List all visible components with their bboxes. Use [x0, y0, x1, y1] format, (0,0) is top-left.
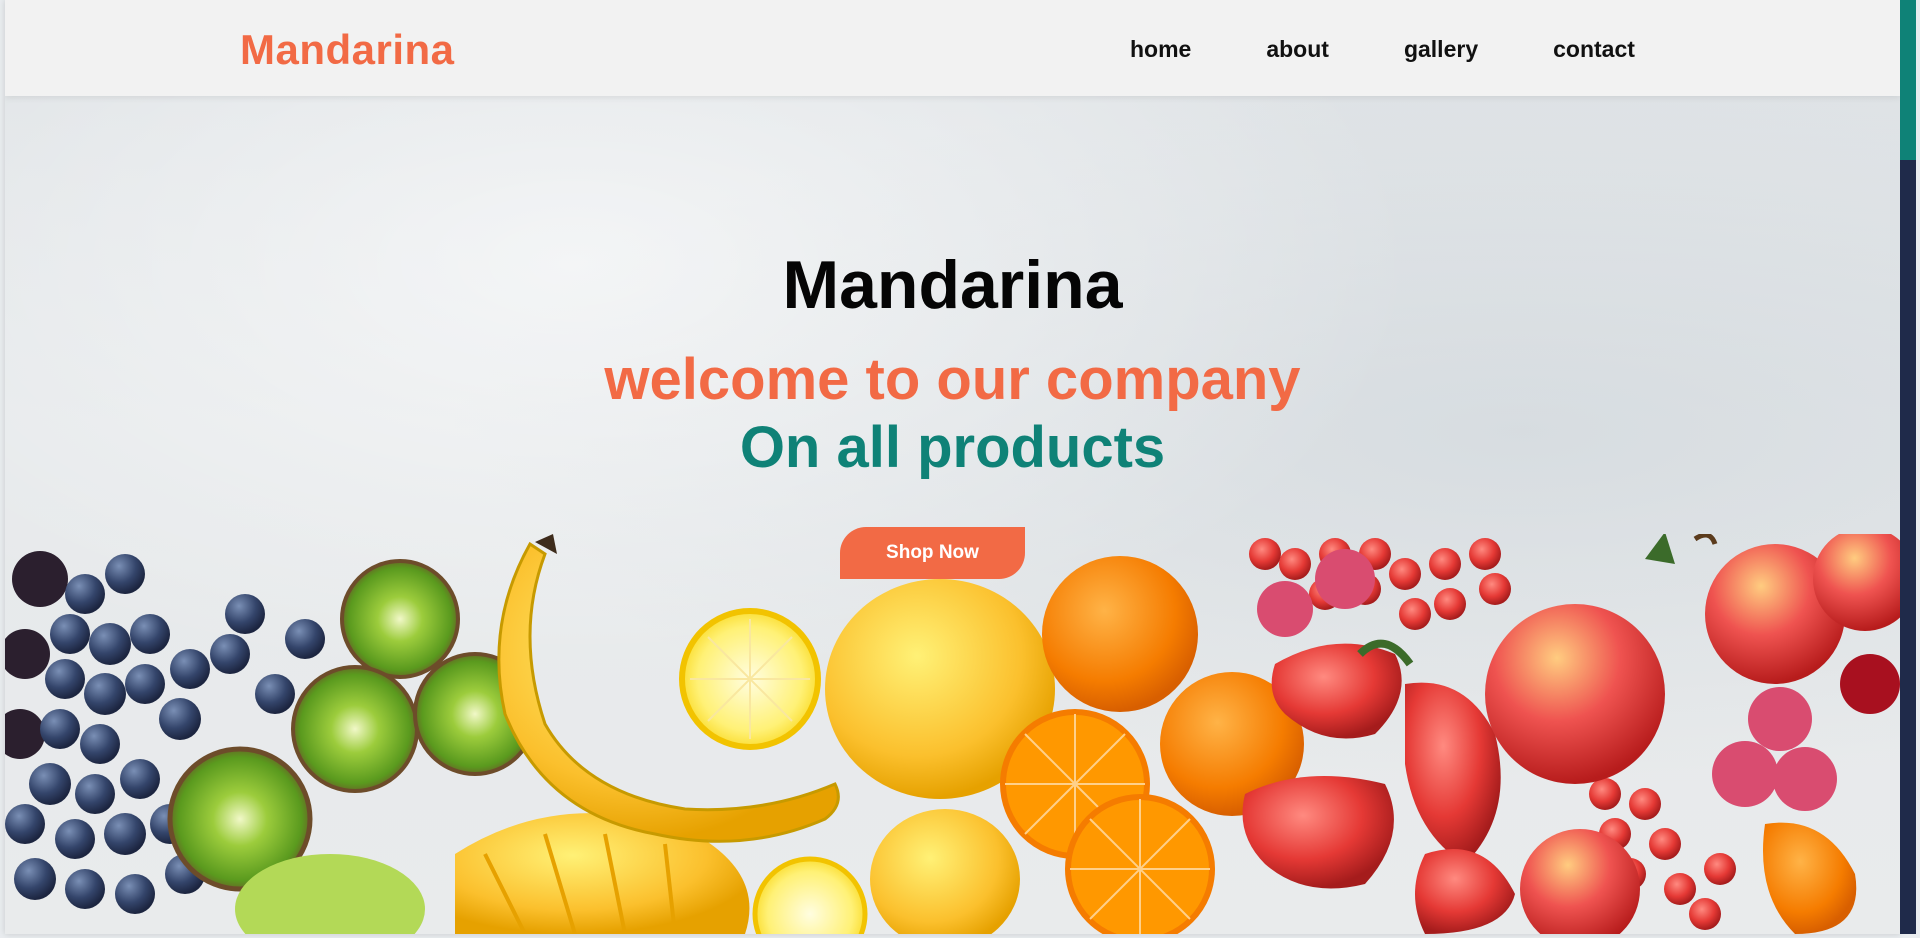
- hero-products-text: On all products: [739, 415, 1166, 480]
- site-logo[interactable]: Mandarina: [240, 26, 455, 74]
- site-header: Mandarina home about gallery contact: [5, 0, 1900, 96]
- page: Mandarina home about gallery contact Man…: [5, 0, 1900, 934]
- hero-title: Mandarina: [782, 247, 1123, 323]
- main-nav: home about gallery contact: [1130, 36, 1635, 63]
- nav-link-gallery[interactable]: gallery: [1404, 36, 1478, 63]
- nav-link-contact[interactable]: contact: [1553, 36, 1635, 63]
- nav-link-home[interactable]: home: [1130, 36, 1191, 63]
- fruit-assortment-image: [5, 534, 1900, 934]
- hero-section: Mandarina welcome to our company On all …: [5, 96, 1900, 934]
- scrollbar-thumb[interactable]: [1900, 0, 1916, 160]
- nav-link-about[interactable]: about: [1266, 36, 1329, 63]
- page-scrollbar[interactable]: [1900, 0, 1916, 934]
- hero-welcome-text: welcome to our company: [604, 347, 1301, 412]
